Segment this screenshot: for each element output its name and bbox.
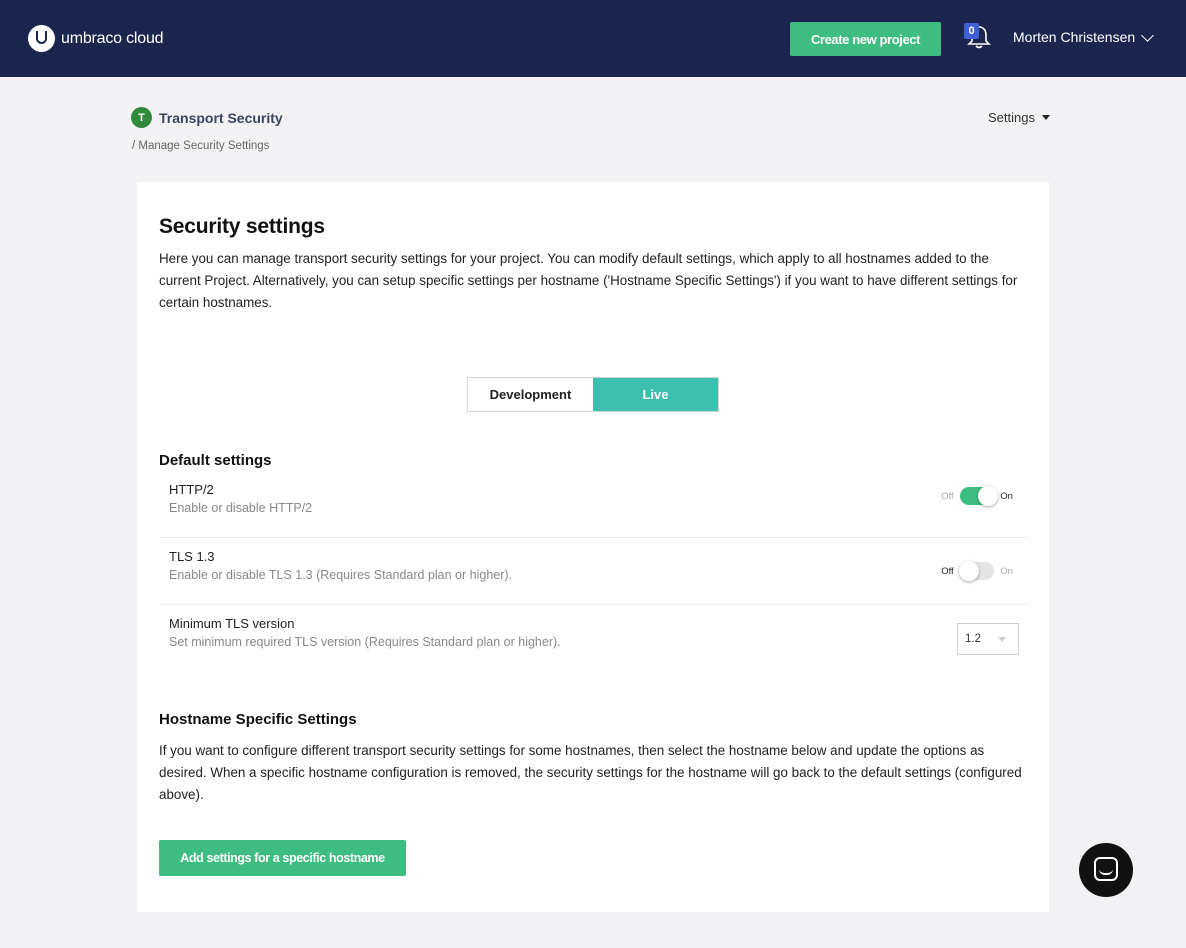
toggle-on-label: On: [1000, 565, 1013, 577]
brand-text: umbraco cloud: [61, 29, 164, 48]
chevron-down-icon: [1141, 28, 1155, 42]
hostname-settings-heading: Hostname Specific Settings: [159, 711, 357, 728]
create-new-project-button[interactable]: Create new project: [790, 22, 941, 56]
settings-dropdown[interactable]: Settings: [988, 110, 1050, 125]
hostname-settings-text: If you want to configure different trans…: [159, 743, 1022, 802]
tls13-toggle-group: Off On: [935, 561, 1019, 581]
brand-bold: umbraco: [61, 29, 122, 47]
project-name-link[interactable]: Transport Security: [159, 110, 283, 126]
setting-description: Enable or disable HTTP/2: [169, 501, 313, 515]
setting-title: Minimum TLS version: [169, 616, 295, 631]
tab-development[interactable]: Development: [468, 378, 593, 411]
setting-description: Set minimum required TLS version (Requir…: [169, 635, 561, 649]
brand-light: cloud: [126, 29, 164, 47]
http2-toggle-group: Off On: [935, 486, 1019, 506]
caret-down-icon: [1041, 115, 1050, 120]
security-settings-card: Security settings Here you can manage tr…: [137, 182, 1049, 912]
setting-row-min-tls: Minimum TLS version Set minimum required…: [159, 605, 1029, 672]
tab-live[interactable]: Live: [593, 378, 718, 411]
add-hostname-settings-button[interactable]: Add settings for a specific hostname: [159, 840, 406, 876]
setting-title: HTTP/2: [169, 482, 214, 497]
project-header: T Transport Security: [131, 107, 283, 128]
toggle-knob: [977, 486, 998, 506]
caret-down-icon: [998, 637, 1006, 642]
setting-description: Enable or disable TLS 1.3 (Requires Stan…: [169, 568, 513, 582]
toggle-off-label: Off: [941, 565, 954, 577]
select-value: 1.2: [965, 633, 981, 645]
setting-title: TLS 1.3: [169, 549, 215, 564]
intro-text: Here you can manage transport security s…: [159, 251, 1018, 310]
toggle-knob: [958, 561, 979, 581]
project-avatar: T: [131, 107, 152, 128]
user-menu[interactable]: Morten Christensen: [1013, 28, 1155, 45]
top-bar: umbraco cloud Create new project 0 Morte…: [0, 0, 1186, 77]
user-name: Morten Christensen: [1013, 29, 1136, 45]
breadcrumb: / Manage Security Settings: [132, 140, 270, 152]
http2-toggle[interactable]: [959, 486, 998, 506]
setting-row-tls13: TLS 1.3 Enable or disable TLS 1.3 (Requi…: [159, 538, 1029, 605]
page-title: Security settings: [159, 215, 325, 238]
default-settings-heading: Default settings: [159, 452, 272, 469]
settings-dropdown-label: Settings: [988, 110, 1035, 125]
toggle-on-label: On: [1000, 490, 1013, 502]
toggle-off-label: Off: [941, 490, 954, 502]
min-tls-version-select[interactable]: 1.2: [957, 623, 1019, 655]
setting-row-http2: HTTP/2 Enable or disable HTTP/2 Off On: [159, 471, 1029, 538]
notification-count-badge: 0: [964, 23, 979, 39]
tls13-toggle[interactable]: [958, 561, 995, 581]
chat-launcher-button[interactable]: [1079, 843, 1133, 897]
environment-switcher: Development Live: [467, 377, 719, 412]
brand-logo[interactable]: umbraco cloud: [28, 25, 164, 52]
umbraco-logo-icon: [28, 25, 55, 52]
